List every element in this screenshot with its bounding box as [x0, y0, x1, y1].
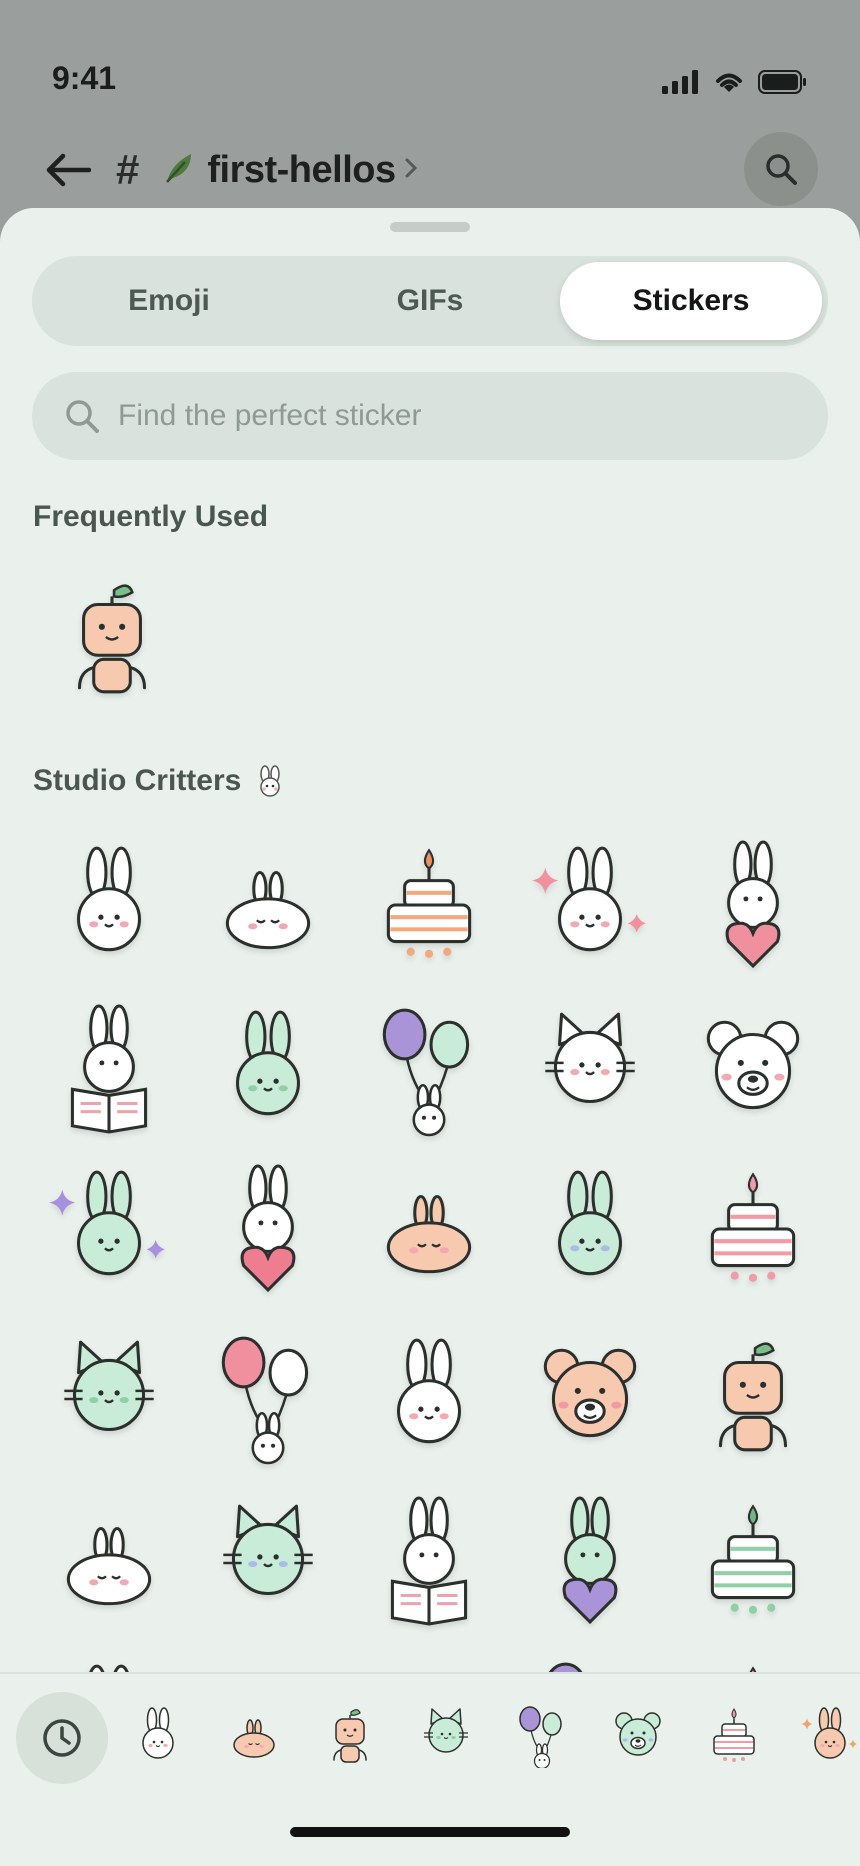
- sticker-bunny-sparkle-purple[interactable]: [44, 1164, 174, 1294]
- sticker-bunny-sleepy-white[interactable]: [44, 1496, 174, 1626]
- search-placeholder: Find the perfect sticker: [118, 399, 422, 432]
- picker-tabs: Emoji GIFs Stickers: [32, 256, 828, 346]
- recent-button[interactable]: [16, 1692, 108, 1784]
- sticker-bunny-mint[interactable]: [203, 1004, 333, 1134]
- sheet-grabber[interactable]: [390, 222, 470, 232]
- home-indicator: [290, 1827, 570, 1837]
- sticker-cat-mint-blue[interactable]: [203, 1496, 333, 1626]
- search-icon: [62, 396, 102, 436]
- tray-pack-cake-pink[interactable]: [694, 1696, 774, 1776]
- section-title-frequently-used: Frequently Used: [33, 500, 269, 533]
- search-icon: [766, 154, 797, 185]
- sticker-cake-mint[interactable]: [688, 1496, 818, 1626]
- sticker-bunny-heart-purple[interactable]: [525, 1496, 655, 1626]
- sticker-bunny-white[interactable]: [364, 1332, 494, 1462]
- sticker-bear-peach[interactable]: [525, 1332, 655, 1462]
- channel-name[interactable]: first-hellos: [207, 149, 396, 192]
- pack-bunny-icon: [260, 765, 281, 797]
- tray-pack-balloons-purple-bunny[interactable]: [502, 1696, 582, 1776]
- arrow-left-icon: [46, 153, 91, 187]
- sticker-balloons-purple-bunny[interactable]: [364, 1004, 494, 1137]
- sticker-cake-peach[interactable]: [364, 840, 494, 970]
- tab-emoji[interactable]: Emoji: [38, 262, 300, 340]
- tab-gifs[interactable]: GIFs: [299, 262, 561, 340]
- sticker-bunny-sleepy-peach[interactable]: [364, 1164, 494, 1294]
- sticker-bunny-heart-red[interactable]: [203, 1164, 333, 1294]
- header-search-button[interactable]: [744, 132, 818, 206]
- leaf-icon: [161, 150, 197, 191]
- sticker-cat-mint[interactable]: [44, 1332, 174, 1462]
- tray-pack-bunny-sleepy-peach[interactable]: [214, 1696, 294, 1776]
- section-title-studio-critters: Studio Critters: [33, 764, 285, 798]
- sticker-bunny-mint-blue[interactable]: [525, 1164, 655, 1294]
- clock-icon: [43, 1719, 81, 1757]
- status-icons: [662, 70, 808, 94]
- signal-icon: [662, 70, 698, 94]
- sticker-bunny-heart-pink[interactable]: [688, 840, 818, 970]
- sticker-bunny-white[interactable]: [44, 840, 174, 970]
- sticker-bunny-book-pink[interactable]: [364, 1496, 494, 1626]
- channel-hash: #: [116, 146, 140, 193]
- tab-stickers[interactable]: Stickers: [560, 262, 822, 340]
- sticker-picker-sheet: Emoji GIFs Stickers Find the perfect sti…: [0, 208, 860, 1864]
- sticker-bunny-sleepy[interactable]: [203, 840, 333, 970]
- sticker-bunny-sparkle-pink[interactable]: [525, 840, 655, 970]
- background-app: 9:41 # first-hellos: [0, 0, 860, 240]
- tray-pack-bear-mint[interactable]: [598, 1696, 678, 1776]
- sticker-robot[interactable]: [47, 574, 177, 704]
- sticker-cat-white[interactable]: [525, 1004, 655, 1134]
- status-time: 9:41: [52, 60, 117, 96]
- sticker-search-input[interactable]: Find the perfect sticker: [32, 372, 828, 460]
- chevron-right-icon: [404, 157, 418, 184]
- sticker-balloons-pink-bunny[interactable]: [203, 1332, 333, 1465]
- tray-pack-robot[interactable]: [310, 1696, 390, 1776]
- tray-pack-cat-mint[interactable]: [406, 1696, 486, 1776]
- sticker-robot[interactable]: [688, 1332, 818, 1462]
- sticker-bear-white[interactable]: [688, 1004, 818, 1134]
- sticker-cake-pink[interactable]: [688, 1164, 818, 1294]
- back-button[interactable]: [44, 146, 92, 194]
- tray-pack-bunny-sparkle-peach[interactable]: [790, 1696, 860, 1776]
- battery-icon: [758, 70, 806, 94]
- sticker-bunny-book-pink[interactable]: [44, 1004, 174, 1134]
- tray-pack-bunny-white[interactable]: [118, 1696, 198, 1776]
- wifi-icon: [716, 73, 742, 92]
- channel-header: # first-hellos: [44, 142, 816, 198]
